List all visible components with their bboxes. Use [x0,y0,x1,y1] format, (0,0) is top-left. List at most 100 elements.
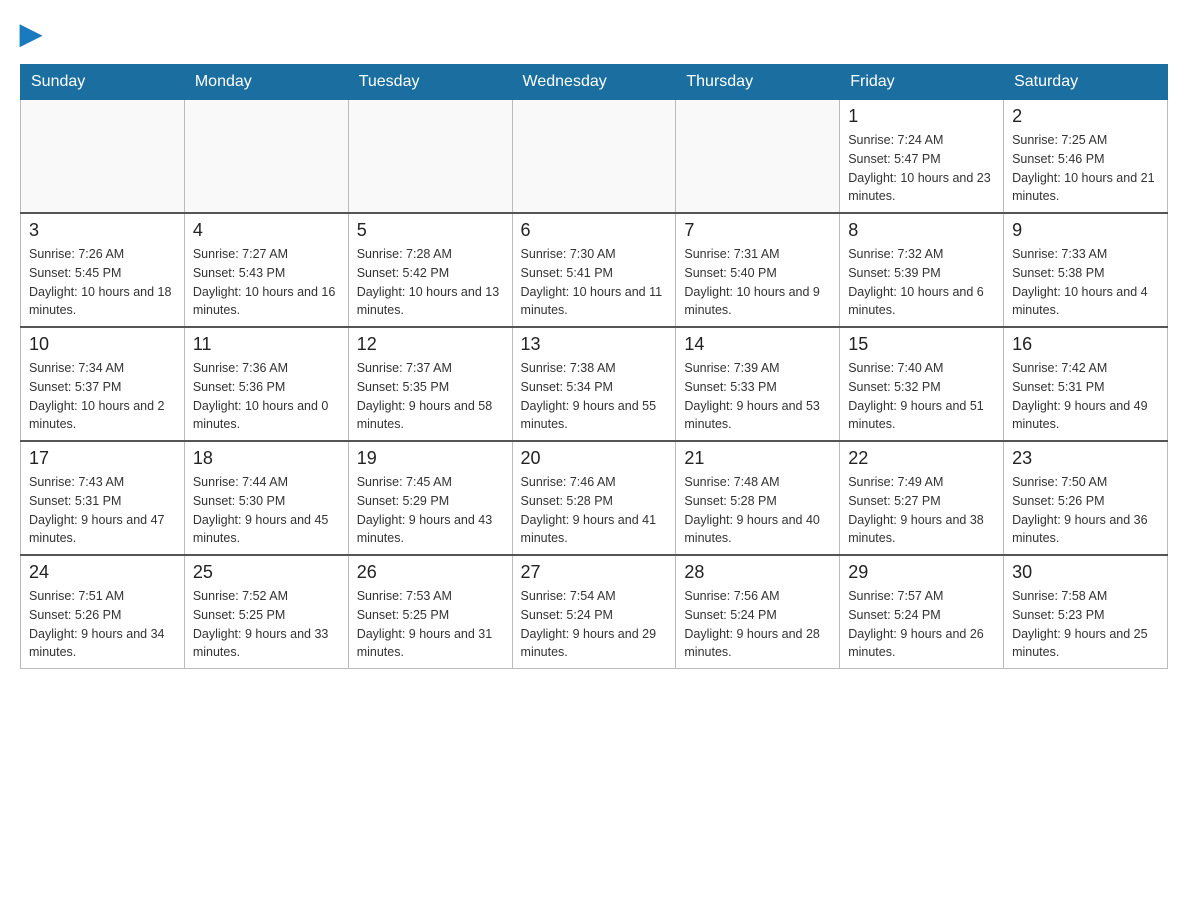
calendar-cell-4-4: 20 Sunrise: 7:46 AMSunset: 5:28 PMDayligh… [512,441,676,555]
day-info: Sunrise: 7:53 AMSunset: 5:25 PMDaylight:… [357,587,504,662]
page-header: ▶ [20,20,1168,48]
calendar-cell-5-2: 25 Sunrise: 7:52 AMSunset: 5:25 PMDayligh… [184,555,348,669]
day-info: Sunrise: 7:32 AMSunset: 5:39 PMDaylight:… [848,245,995,320]
day-number: 6 [521,220,668,241]
column-header-sunday: Sunday [21,65,185,100]
day-info: Sunrise: 7:34 AMSunset: 5:37 PMDaylight:… [29,359,176,434]
calendar-cell-2-1: 3 Sunrise: 7:26 AMSunset: 5:45 PMDaylight… [21,213,185,327]
calendar-cell-3-6: 15 Sunrise: 7:40 AMSunset: 5:32 PMDayligh… [840,327,1004,441]
day-info: Sunrise: 7:26 AMSunset: 5:45 PMDaylight:… [29,245,176,320]
day-number: 2 [1012,106,1159,127]
day-number: 9 [1012,220,1159,241]
calendar-cell-4-7: 23 Sunrise: 7:50 AMSunset: 5:26 PMDayligh… [1004,441,1168,555]
day-number: 12 [357,334,504,355]
day-number: 27 [521,562,668,583]
logo: ▶ [20,20,42,48]
day-number: 5 [357,220,504,241]
day-info: Sunrise: 7:52 AMSunset: 5:25 PMDaylight:… [193,587,340,662]
day-number: 24 [29,562,176,583]
calendar-cell-4-1: 17 Sunrise: 7:43 AMSunset: 5:31 PMDayligh… [21,441,185,555]
day-info: Sunrise: 7:42 AMSunset: 5:31 PMDaylight:… [1012,359,1159,434]
day-info: Sunrise: 7:48 AMSunset: 5:28 PMDaylight:… [684,473,831,548]
day-info: Sunrise: 7:25 AMSunset: 5:46 PMDaylight:… [1012,131,1159,206]
day-number: 13 [521,334,668,355]
day-number: 17 [29,448,176,469]
day-number: 26 [357,562,504,583]
day-number: 30 [1012,562,1159,583]
day-info: Sunrise: 7:54 AMSunset: 5:24 PMDaylight:… [521,587,668,662]
calendar-cell-3-4: 13 Sunrise: 7:38 AMSunset: 5:34 PMDayligh… [512,327,676,441]
day-number: 22 [848,448,995,469]
day-info: Sunrise: 7:24 AMSunset: 5:47 PMDaylight:… [848,131,995,206]
day-number: 4 [193,220,340,241]
calendar-cell-1-6: 1 Sunrise: 7:24 AMSunset: 5:47 PMDaylight… [840,100,1004,214]
column-header-friday: Friday [840,65,1004,100]
calendar-cell-5-7: 30 Sunrise: 7:58 AMSunset: 5:23 PMDayligh… [1004,555,1168,669]
calendar-cell-1-3 [348,100,512,214]
day-number: 7 [684,220,831,241]
calendar-cell-4-5: 21 Sunrise: 7:48 AMSunset: 5:28 PMDayligh… [676,441,840,555]
calendar-cell-5-4: 27 Sunrise: 7:54 AMSunset: 5:24 PMDayligh… [512,555,676,669]
day-info: Sunrise: 7:27 AMSunset: 5:43 PMDaylight:… [193,245,340,320]
week-row-5: 24 Sunrise: 7:51 AMSunset: 5:26 PMDayligh… [21,555,1168,669]
day-number: 20 [521,448,668,469]
day-info: Sunrise: 7:49 AMSunset: 5:27 PMDaylight:… [848,473,995,548]
day-number: 3 [29,220,176,241]
day-number: 16 [1012,334,1159,355]
day-info: Sunrise: 7:45 AMSunset: 5:29 PMDaylight:… [357,473,504,548]
calendar-cell-2-6: 8 Sunrise: 7:32 AMSunset: 5:39 PMDaylight… [840,213,1004,327]
calendar-cell-2-3: 5 Sunrise: 7:28 AMSunset: 5:42 PMDaylight… [348,213,512,327]
day-number: 15 [848,334,995,355]
calendar-cell-1-2 [184,100,348,214]
calendar-cell-3-1: 10 Sunrise: 7:34 AMSunset: 5:37 PMDayligh… [21,327,185,441]
day-info: Sunrise: 7:33 AMSunset: 5:38 PMDaylight:… [1012,245,1159,320]
calendar-cell-5-1: 24 Sunrise: 7:51 AMSunset: 5:26 PMDayligh… [21,555,185,669]
day-number: 10 [29,334,176,355]
day-info: Sunrise: 7:46 AMSunset: 5:28 PMDaylight:… [521,473,668,548]
day-info: Sunrise: 7:38 AMSunset: 5:34 PMDaylight:… [521,359,668,434]
day-info: Sunrise: 7:51 AMSunset: 5:26 PMDaylight:… [29,587,176,662]
day-number: 21 [684,448,831,469]
calendar-table: SundayMondayTuesdayWednesdayThursdayFrid… [20,64,1168,669]
calendar-cell-2-7: 9 Sunrise: 7:33 AMSunset: 5:38 PMDaylight… [1004,213,1168,327]
week-row-1: 1 Sunrise: 7:24 AMSunset: 5:47 PMDaylight… [21,100,1168,214]
calendar-cell-2-5: 7 Sunrise: 7:31 AMSunset: 5:40 PMDaylight… [676,213,840,327]
day-info: Sunrise: 7:31 AMSunset: 5:40 PMDaylight:… [684,245,831,320]
day-number: 23 [1012,448,1159,469]
calendar-cell-4-6: 22 Sunrise: 7:49 AMSunset: 5:27 PMDayligh… [840,441,1004,555]
day-info: Sunrise: 7:58 AMSunset: 5:23 PMDaylight:… [1012,587,1159,662]
calendar-cell-1-5 [676,100,840,214]
day-info: Sunrise: 7:43 AMSunset: 5:31 PMDaylight:… [29,473,176,548]
column-header-wednesday: Wednesday [512,65,676,100]
calendar-cell-1-7: 2 Sunrise: 7:25 AMSunset: 5:46 PMDaylight… [1004,100,1168,214]
calendar-header-row: SundayMondayTuesdayWednesdayThursdayFrid… [21,65,1168,100]
day-info: Sunrise: 7:56 AMSunset: 5:24 PMDaylight:… [684,587,831,662]
day-info: Sunrise: 7:28 AMSunset: 5:42 PMDaylight:… [357,245,504,320]
calendar-cell-5-5: 28Sunrise: 7:56 AMSunset: 5:24 PMDayligh… [676,555,840,669]
day-info: Sunrise: 7:50 AMSunset: 5:26 PMDaylight:… [1012,473,1159,548]
calendar-cell-3-2: 11Sunrise: 7:36 AMSunset: 5:36 PMDayligh… [184,327,348,441]
calendar-cell-2-4: 6 Sunrise: 7:30 AMSunset: 5:41 PMDaylight… [512,213,676,327]
day-number: 8 [848,220,995,241]
column-header-monday: Monday [184,65,348,100]
day-info: Sunrise: 7:37 AMSunset: 5:35 PMDaylight:… [357,359,504,434]
day-info: Sunrise: 7:30 AMSunset: 5:41 PMDaylight:… [521,245,668,320]
week-row-2: 3 Sunrise: 7:26 AMSunset: 5:45 PMDaylight… [21,213,1168,327]
calendar-cell-4-3: 19Sunrise: 7:45 AMSunset: 5:29 PMDayligh… [348,441,512,555]
column-header-tuesday: Tuesday [348,65,512,100]
day-number: 29 [848,562,995,583]
day-info: Sunrise: 7:39 AMSunset: 5:33 PMDaylight:… [684,359,831,434]
calendar-cell-3-7: 16 Sunrise: 7:42 AMSunset: 5:31 PMDayligh… [1004,327,1168,441]
calendar-cell-4-2: 18Sunrise: 7:44 AMSunset: 5:30 PMDayligh… [184,441,348,555]
calendar-cell-5-6: 29 Sunrise: 7:57 AMSunset: 5:24 PMDayligh… [840,555,1004,669]
day-info: Sunrise: 7:40 AMSunset: 5:32 PMDaylight:… [848,359,995,434]
day-number: 1 [848,106,995,127]
day-info: Sunrise: 7:36 AMSunset: 5:36 PMDaylight:… [193,359,340,434]
day-number: 25 [193,562,340,583]
day-info: Sunrise: 7:57 AMSunset: 5:24 PMDaylight:… [848,587,995,662]
column-header-thursday: Thursday [676,65,840,100]
calendar-cell-1-4 [512,100,676,214]
calendar-cell-5-3: 26 Sunrise: 7:53 AMSunset: 5:25 PMDayligh… [348,555,512,669]
calendar-cell-3-3: 12 Sunrise: 7:37 AMSunset: 5:35 PMDayligh… [348,327,512,441]
day-info: Sunrise: 7:44 AMSunset: 5:30 PMDaylight:… [193,473,340,548]
